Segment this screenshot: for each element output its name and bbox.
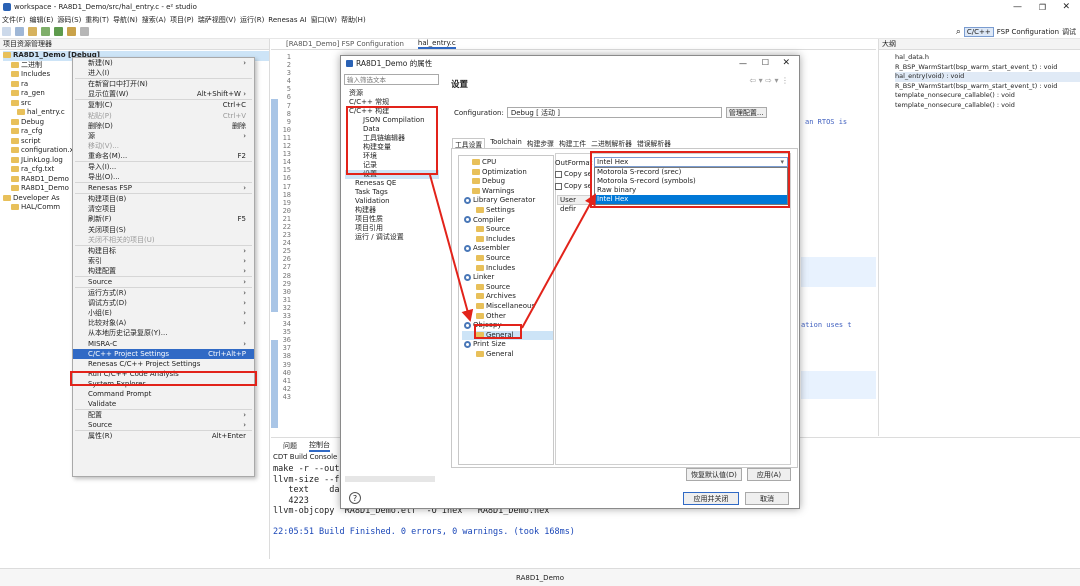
annotation-arrows xyxy=(429,174,596,329)
